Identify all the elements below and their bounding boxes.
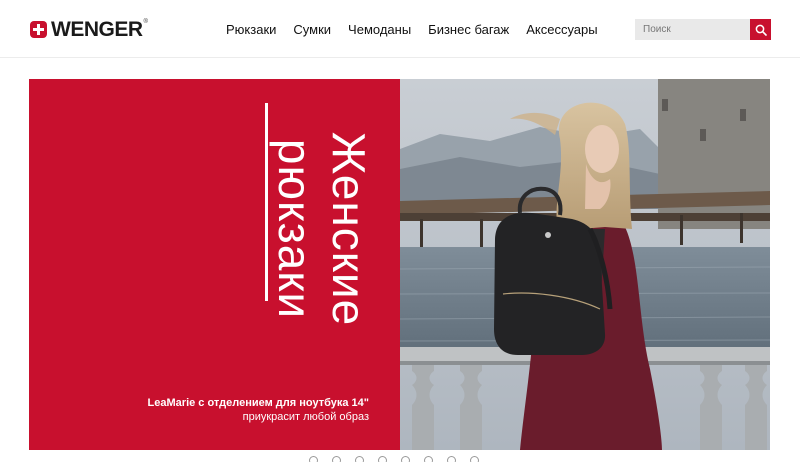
registered-mark: ® (143, 19, 148, 25)
search-icon (755, 24, 767, 36)
carousel-dot[interactable] (470, 456, 479, 462)
carousel-dot[interactable] (447, 456, 456, 462)
carousel-dot[interactable] (378, 456, 387, 462)
nav-item-accessories[interactable]: Аксессуары (526, 22, 597, 38)
carousel-pagination (309, 456, 479, 462)
nav-item-bags[interactable]: Сумки (293, 22, 331, 38)
hero-banner[interactable]: Женские рюкзаки LeaMarie с отделением дл… (29, 79, 770, 450)
search-button[interactable] (750, 19, 771, 40)
woman-with-backpack-photo (400, 79, 770, 450)
nav-item-suitcases[interactable]: Чемоданы (348, 22, 411, 38)
nav-item-business-luggage[interactable]: Бизнес багаж (428, 22, 509, 38)
hero-caption-subtitle: приукрасит любой образ (242, 411, 369, 423)
hero-caption: LeaMarie с отделением для ноутбука 14" п… (148, 396, 369, 424)
hero-headline-line2: рюкзаки (269, 138, 321, 320)
hero-photo (400, 79, 770, 450)
hero-text-panel: Женские рюкзаки LeaMarie с отделением дл… (29, 79, 400, 450)
main-nav: Рюкзаки Сумки Чемоданы Бизнес багаж Аксе… (226, 22, 598, 38)
search-bar (635, 19, 771, 40)
search-input[interactable] (635, 19, 750, 40)
hero-caption-title: LeaMarie с отделением для ноутбука 14" (147, 397, 369, 409)
carousel-dot[interactable] (355, 456, 364, 462)
carousel-dot[interactable] (309, 456, 318, 462)
swiss-cross-icon (30, 20, 47, 38)
carousel-dot[interactable] (401, 456, 410, 462)
site-header: WENGER ® Рюкзаки Сумки Чемоданы Бизнес б… (0, 0, 800, 58)
carousel-dot[interactable] (332, 456, 341, 462)
logo-text: WENGER (51, 17, 143, 41)
nav-item-backpacks[interactable]: Рюкзаки (226, 22, 276, 38)
hero-headline-line1: Женские (323, 131, 375, 327)
wenger-logo[interactable]: WENGER ® (30, 17, 148, 41)
carousel-dot[interactable] (424, 456, 433, 462)
